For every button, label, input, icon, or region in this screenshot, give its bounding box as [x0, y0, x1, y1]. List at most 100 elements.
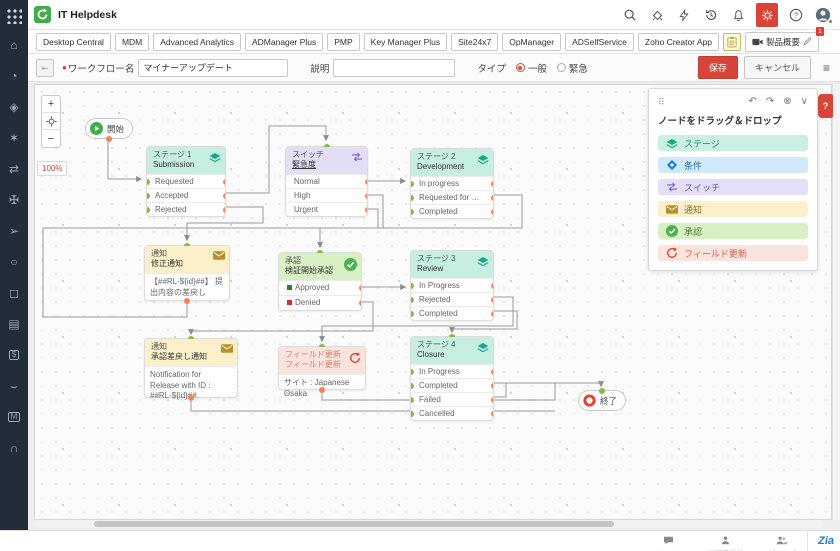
notes-clipboard-icon[interactable] — [723, 33, 741, 51]
sidebar-item-finance[interactable]: $ — [5, 346, 23, 364]
sidebar-item-marketplace[interactable]: M — [5, 408, 23, 426]
sidebar-item-database[interactable]: ▤ — [5, 315, 23, 333]
cancel-button[interactable]: キャンセル — [744, 56, 811, 79]
user-avatar[interactable] — [814, 6, 832, 24]
database-icon: ▤ — [8, 318, 19, 330]
node-stage4-closure[interactable]: ステージ 4 Closure In Progress Completed Fai… — [410, 336, 494, 421]
notifications-bell-icon[interactable] — [729, 6, 747, 24]
end-node[interactable]: 終了 — [578, 390, 626, 411]
more-menu-icon[interactable]: ≡ — [823, 61, 830, 75]
footer-technicians-button[interactable]: 技術担当者 — [700, 532, 750, 551]
palette-item-stage[interactable]: ステージ — [658, 135, 808, 151]
sidebar-item-workflows[interactable]: ⇄ — [5, 160, 23, 178]
workflow-name-input[interactable] — [138, 59, 288, 77]
sidebar-item-ideas[interactable]: ○ — [5, 253, 23, 271]
approval-check-icon — [666, 225, 678, 237]
node-field-update[interactable]: フィールド更新 フィールド更新 サイト : Japanese Osaka — [278, 346, 366, 390]
settings-gear-icon[interactable] — [756, 3, 778, 27]
flash-icon[interactable] — [675, 6, 693, 24]
redo-icon[interactable]: ↷ — [766, 97, 774, 107]
tab-product-overview[interactable]: 製品概要 1 — [745, 32, 819, 52]
stage-row[interactable]: Completed — [411, 378, 493, 392]
history-icon[interactable] — [702, 6, 720, 24]
search-icon[interactable] — [621, 6, 639, 24]
tab-advanced-analytics[interactable]: Advanced Analytics — [153, 33, 241, 51]
sidebar-item-vendors[interactable]: ⌣ — [5, 377, 23, 395]
vertical-scrollbar[interactable] — [832, 84, 840, 520]
switch-case-row[interactable]: High — [286, 188, 367, 202]
palette-item-approval[interactable]: 承認 — [658, 223, 808, 239]
type-radio-general[interactable] — [516, 63, 525, 72]
help-tab-button[interactable]: ? — [818, 94, 833, 118]
stage-row[interactable]: Completed — [411, 204, 493, 218]
tab-opmanager[interactable]: OpManager — [502, 33, 561, 51]
collapse-chevron-icon[interactable]: ∨ — [801, 97, 808, 107]
stage-row[interactable]: In Progress — [411, 278, 493, 292]
sidebar-item-home[interactable]: ⌂ — [5, 36, 23, 54]
back-button[interactable]: ← — [36, 59, 54, 77]
palette-item-field-update[interactable]: フィールド更新 — [658, 245, 808, 261]
node-notification-correction[interactable]: 通知 修正通知 【##RL-${id}##】 提出内容の差戻し — [144, 245, 230, 301]
clear-icon[interactable]: ⊗ — [783, 97, 791, 107]
tab-zoho-creator-app[interactable]: Zoho Creator App — [638, 33, 719, 51]
stage-row[interactable]: Requested for more in... — [411, 190, 493, 204]
fit-view-button[interactable] — [42, 113, 60, 130]
sidebar-item-integrations[interactable]: ✠ — [5, 191, 23, 209]
stage-row[interactable]: In progress — [411, 176, 493, 190]
switch-case-row[interactable]: Urgent — [286, 202, 367, 216]
approval-row-denied[interactable]: Denied — [279, 295, 361, 310]
stage-row[interactable]: Accepted — [147, 188, 225, 202]
sidebar-item-releases[interactable]: ◈ — [5, 98, 23, 116]
node-notification-approval-return[interactable]: 通知 承認差戻し通知 Notification for Release with… — [144, 338, 238, 398]
zoom-out-button[interactable]: − — [42, 130, 60, 147]
stage-row[interactable]: In Progress — [411, 364, 493, 378]
switch-arrows-icon — [351, 152, 363, 165]
tab-product-overview-label: 製品概要 — [766, 36, 800, 48]
tab-desktop-central[interactable]: Desktop Central — [36, 33, 111, 51]
explore-icon[interactable] — [648, 6, 666, 24]
node-stage2-development[interactable]: ステージ 2 Development In progress Requested… — [410, 148, 494, 219]
stage-row[interactable]: Failed — [411, 392, 493, 406]
save-button[interactable]: 保存 — [698, 56, 738, 79]
start-node[interactable]: 開始 — [85, 118, 133, 139]
type-radio-urgent[interactable] — [557, 63, 566, 72]
stage-row[interactable]: Rejected — [147, 202, 225, 216]
description-input[interactable] — [333, 59, 455, 77]
tab-site24x7[interactable]: Site24x7 — [451, 33, 498, 51]
switch-case-row[interactable]: Normal — [286, 174, 367, 188]
stage-row[interactable]: Requested — [147, 174, 225, 188]
zia-assistant-button[interactable]: Zia — [807, 531, 834, 551]
drag-handle-icon[interactable]: ⠿ — [658, 97, 665, 108]
sidebar-item-dashboard[interactable]: ◔ — [5, 67, 23, 85]
node-approval-verification[interactable]: 承認 検証開始承認 Approved Denied — [278, 252, 362, 311]
palette-item-notification[interactable]: 通知 — [658, 201, 808, 217]
node-stage3-review[interactable]: ステージ 3 Review In Progress Rejected Compl… — [410, 250, 494, 321]
sidebar-item-launch[interactable]: ➢ — [5, 222, 23, 240]
sidebar-item-assets[interactable]: ◻ — [5, 284, 23, 302]
tab-pmp[interactable]: PMP — [327, 33, 359, 51]
tab-mdm[interactable]: MDM — [115, 33, 149, 51]
tab-admanager-plus[interactable]: ADManager Plus — [245, 33, 323, 51]
palette-item-switch[interactable]: スイッチ — [658, 179, 808, 195]
stage-layers-icon — [477, 154, 489, 168]
zoom-in-button[interactable]: + — [42, 96, 60, 113]
app-launcher-icon[interactable] — [6, 8, 22, 24]
footer-chat-button[interactable]: チャット — [648, 532, 688, 551]
tab-key-manager-plus[interactable]: Key Manager Plus — [364, 33, 447, 51]
footer-groups-button[interactable]: グループ — [762, 532, 802, 551]
approval-row-approved[interactable]: Approved — [279, 280, 361, 295]
type-radio-urgent-label: 緊急 — [569, 61, 588, 75]
stage-row[interactable]: Rejected — [411, 292, 493, 306]
undo-icon[interactable]: ↶ — [749, 97, 757, 107]
node-stage1-submission[interactable]: ステージ 1 Submission Requested Accepted Rej… — [146, 146, 226, 217]
help-icon[interactable]: ? — [787, 6, 805, 24]
stage-row[interactable]: Cancelled — [411, 406, 493, 420]
palette-item-condition[interactable]: 条件 — [658, 157, 808, 173]
horizontal-scrollbar-thumb[interactable] — [94, 521, 614, 527]
sidebar-item-bugs[interactable]: ✶ — [5, 129, 23, 147]
node-switch-urgency[interactable]: スイッチ 緊急度 Normal High Urgent — [285, 146, 368, 217]
sidebar-item-support[interactable]: ∩ — [5, 439, 23, 457]
svg-text:?: ? — [794, 11, 798, 20]
stage-row[interactable]: Completed — [411, 306, 493, 320]
tab-adselfservice[interactable]: ADSelfService — [565, 33, 634, 51]
